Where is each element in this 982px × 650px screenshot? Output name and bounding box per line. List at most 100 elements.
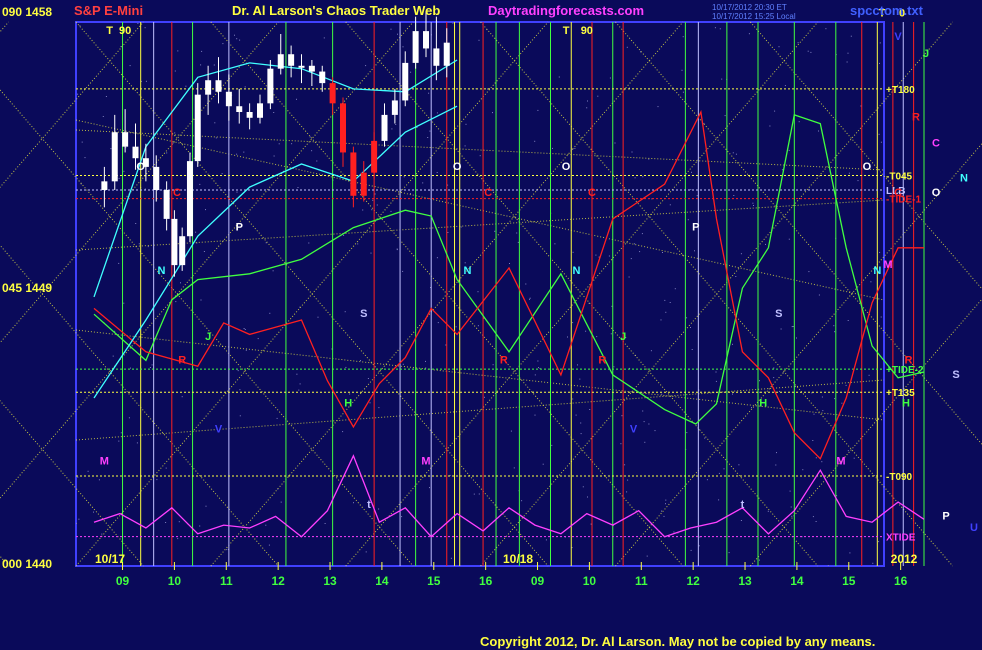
star [596, 336, 598, 338]
star [847, 52, 849, 54]
level-label: +T180 [886, 85, 915, 96]
star [234, 34, 235, 36]
chart-marker: M [421, 455, 430, 467]
chart-marker: N [157, 265, 165, 277]
star [590, 523, 592, 525]
star [343, 234, 345, 236]
right-marker: V [894, 31, 902, 43]
chart-marker: R [178, 354, 186, 366]
x-tick-label: 13 [323, 574, 337, 588]
star [721, 78, 723, 80]
bar-body [179, 236, 186, 266]
x-tick-label: 14 [790, 574, 804, 588]
star [665, 499, 667, 501]
bar-body [381, 114, 388, 141]
star [669, 302, 671, 303]
star [642, 176, 644, 178]
chart-marker: O [136, 161, 145, 173]
wave-line [93, 454, 925, 538]
star [776, 452, 777, 454]
level-label: -T090 [886, 472, 913, 483]
star [848, 172, 850, 174]
star [661, 510, 662, 512]
star [724, 115, 726, 117]
star [545, 539, 547, 541]
bar-body [329, 83, 336, 104]
star [624, 464, 626, 466]
star [156, 479, 158, 481]
star [595, 254, 597, 256]
star [691, 171, 692, 173]
right-marker: S [952, 369, 959, 381]
star [324, 523, 326, 524]
star [478, 39, 480, 41]
chart-marker: R [904, 354, 912, 366]
level-label: +T135 [886, 388, 915, 399]
star [494, 230, 496, 232]
star [257, 338, 259, 340]
star [868, 374, 870, 376]
angle-line-down [615, 21, 982, 446]
star [567, 336, 568, 338]
star [273, 112, 275, 113]
bar-body [267, 68, 274, 104]
star [105, 96, 107, 97]
star [205, 209, 206, 211]
star [110, 148, 112, 150]
star [879, 251, 881, 253]
star [718, 472, 720, 474]
star [165, 522, 167, 523]
star [436, 172, 438, 173]
star [558, 76, 560, 78]
star [732, 343, 733, 345]
bar-body [163, 190, 170, 219]
star [236, 38, 238, 40]
star [788, 238, 790, 240]
star [521, 500, 523, 502]
star [796, 337, 797, 339]
y-label-mid: 045 1449 [2, 281, 53, 295]
star [751, 407, 752, 409]
star [661, 393, 663, 395]
star [93, 511, 94, 513]
star [687, 219, 689, 221]
star [669, 204, 671, 206]
star [87, 470, 89, 472]
star [634, 177, 636, 179]
star [464, 262, 466, 264]
star [120, 46, 122, 48]
star [779, 390, 780, 392]
star [791, 515, 793, 517]
star [492, 364, 494, 366]
star [690, 549, 692, 551]
star [769, 125, 771, 127]
wave-line [93, 109, 924, 460]
star [774, 110, 776, 112]
star [265, 524, 267, 526]
star [775, 464, 777, 466]
star [682, 91, 684, 93]
star [77, 476, 79, 478]
trend-line [75, 379, 885, 441]
star [145, 80, 147, 82]
star [151, 364, 153, 366]
star [580, 422, 582, 424]
star [478, 493, 480, 495]
star [510, 430, 512, 432]
star [102, 116, 104, 117]
right-marker: C [932, 138, 940, 150]
chart-marker: O [453, 161, 462, 173]
star [118, 262, 120, 264]
star [516, 232, 518, 234]
star [626, 46, 628, 48]
star [847, 320, 849, 321]
star [371, 209, 373, 211]
bar-body [101, 181, 108, 190]
site-link[interactable]: Daytradingforecasts.com [488, 3, 644, 18]
star [674, 288, 676, 290]
star [278, 143, 280, 145]
star [791, 326, 793, 328]
star [551, 444, 553, 446]
level-label: -TIDE-1 [886, 195, 921, 206]
star [185, 85, 187, 87]
